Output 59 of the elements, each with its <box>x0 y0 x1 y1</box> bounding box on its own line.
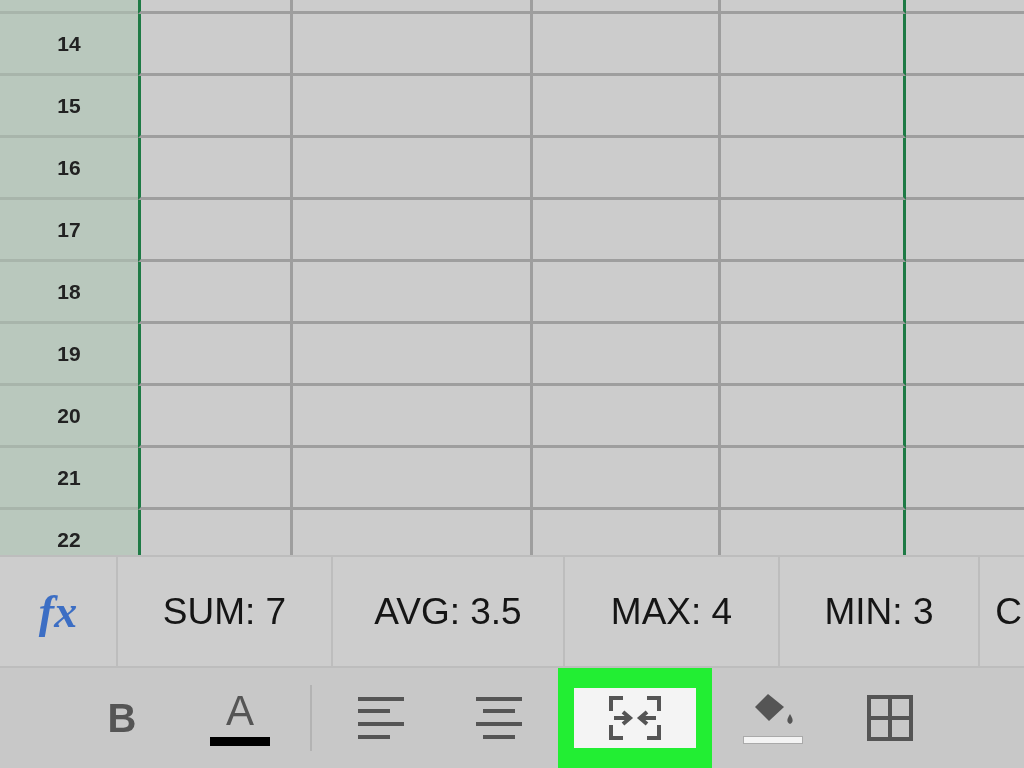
row-header[interactable] <box>0 0 138 14</box>
row-header[interactable]: 14 <box>0 14 138 76</box>
grid-cell[interactable] <box>718 448 906 510</box>
grid-cell[interactable] <box>718 510 906 555</box>
grid-cell[interactable] <box>530 138 718 200</box>
grid-cell[interactable] <box>138 262 290 324</box>
row-header[interactable]: 17 <box>0 200 138 262</box>
grid-cell[interactable] <box>290 14 530 76</box>
row-header[interactable]: 19 <box>0 324 138 386</box>
grid-cell[interactable] <box>718 14 906 76</box>
grid-cell[interactable] <box>138 386 290 448</box>
summary-stat[interactable]: AVG: 3.5 <box>374 590 522 633</box>
grid-cell[interactable] <box>530 386 718 448</box>
row-header[interactable]: 21 <box>0 448 138 510</box>
grid-cell[interactable] <box>138 200 290 262</box>
grid-cell[interactable] <box>718 138 906 200</box>
grid-cell[interactable] <box>138 76 290 138</box>
row-header[interactable]: 22 <box>0 510 138 555</box>
grid-cell[interactable] <box>718 324 906 386</box>
summary-stat[interactable]: C <box>995 590 1022 633</box>
grid-cell[interactable] <box>530 0 718 14</box>
grid-cell[interactable] <box>138 0 290 14</box>
merge-button[interactable] <box>558 668 712 768</box>
grid-cell[interactable] <box>290 200 530 262</box>
grid-cell[interactable] <box>290 138 530 200</box>
grid-cell[interactable] <box>530 200 718 262</box>
align-center-icon <box>475 697 522 739</box>
grid-cell[interactable] <box>718 76 906 138</box>
bold-button[interactable]: B <box>97 689 147 747</box>
grid-cell[interactable] <box>290 76 530 138</box>
grid-cell[interactable] <box>718 0 906 14</box>
grid-cell[interactable] <box>530 324 718 386</box>
row-header[interactable]: 20 <box>0 386 138 448</box>
grid-cell[interactable] <box>290 324 530 386</box>
grid-cell[interactable] <box>718 386 906 448</box>
grid-cell[interactable] <box>290 386 530 448</box>
text-color-button[interactable]: A <box>200 684 280 752</box>
borders-icon <box>867 695 913 741</box>
grid-cell[interactable] <box>138 448 290 510</box>
grid-cell[interactable] <box>530 448 718 510</box>
grid-cell[interactable] <box>138 14 290 76</box>
grid-cell[interactable] <box>290 0 530 14</box>
grid-cell[interactable] <box>718 262 906 324</box>
align-left-icon <box>358 697 404 739</box>
grid-cell[interactable] <box>718 200 906 262</box>
merge-cells-icon <box>609 696 661 740</box>
summary-stat[interactable]: MIN: 3 <box>824 590 934 633</box>
grid-cell[interactable] <box>290 448 530 510</box>
row-header[interactable]: 18 <box>0 262 138 324</box>
row-header[interactable]: 16 <box>0 138 138 200</box>
grid-cell[interactable] <box>138 324 290 386</box>
summary-stat[interactable]: MAX: 4 <box>610 590 733 633</box>
grid-cell[interactable] <box>290 262 530 324</box>
summary-stat[interactable]: SUM: 7 <box>162 590 287 633</box>
grid-cell[interactable] <box>530 14 718 76</box>
grid-cell[interactable] <box>138 138 290 200</box>
row-header[interactable]: 15 <box>0 76 138 138</box>
grid-cell[interactable] <box>530 262 718 324</box>
grid-cell[interactable] <box>530 76 718 138</box>
